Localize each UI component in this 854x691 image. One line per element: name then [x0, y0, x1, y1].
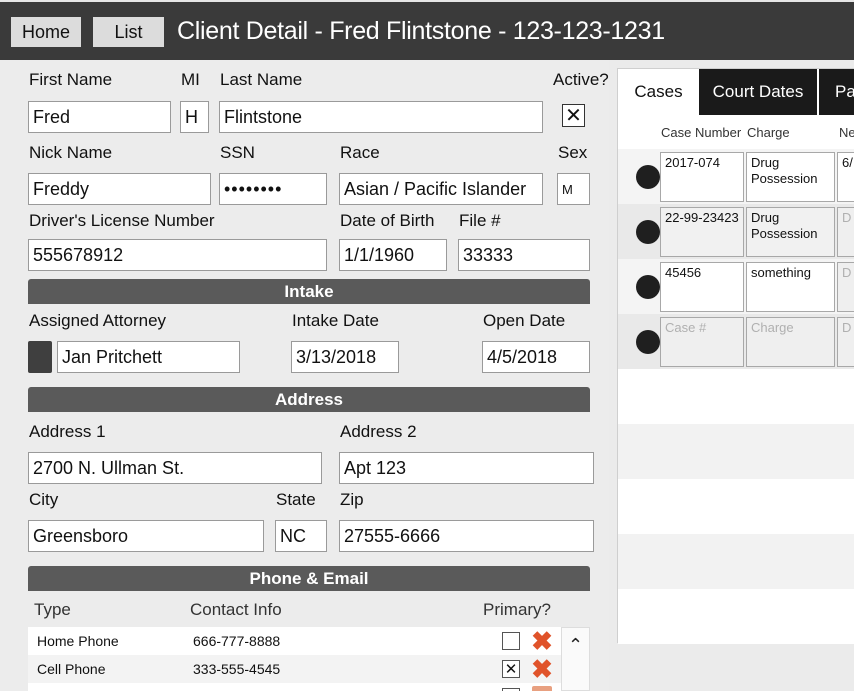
assigned-attorney-field[interactable]: Jan Pritchett: [57, 341, 240, 373]
delete-icon[interactable]: [532, 686, 552, 691]
address1-label: Address 1: [29, 422, 106, 441]
assigned-attorney-label: Assigned Attorney: [29, 311, 167, 330]
empty-row: [618, 534, 854, 589]
tab-pa[interactable]: Pa: [819, 69, 854, 115]
empty-row: [618, 479, 854, 534]
address-section-header: Address: [28, 387, 590, 412]
state-label: State: [276, 490, 316, 509]
last-name-field[interactable]: Flintstone: [219, 101, 543, 133]
empty-row: [618, 424, 854, 479]
attorney-lookup-button[interactable]: [28, 341, 52, 373]
active-label: Active?: [553, 70, 609, 89]
delete-icon[interactable]: ✖: [529, 656, 555, 682]
first-name-field[interactable]: Fred: [28, 101, 171, 133]
open-date-label: Open Date: [483, 311, 566, 330]
primary-checkbox[interactable]: ✕: [502, 660, 520, 678]
case-number-field[interactable]: 22-99-23423: [660, 207, 744, 257]
next-date-field[interactable]: D: [837, 207, 854, 257]
case-number-field[interactable]: 45456: [660, 262, 744, 312]
empty-row: [618, 369, 854, 424]
new-next-date-field[interactable]: D: [837, 317, 854, 367]
next-column-header: Ne: [839, 125, 854, 140]
ssn-field[interactable]: ••••••••: [219, 173, 327, 205]
date-of-birth-label: Date of Birth: [340, 211, 435, 230]
scroll-up-icon[interactable]: ⌃: [561, 627, 590, 657]
file-number-label: File #: [459, 211, 501, 230]
new-case-number-field[interactable]: Case #: [660, 317, 744, 367]
drivers-license-field[interactable]: 555678912: [28, 239, 327, 271]
state-field[interactable]: NC: [275, 520, 327, 552]
charge-field[interactable]: Drug Possession: [746, 152, 835, 202]
ssn-label: SSN: [220, 143, 255, 162]
delete-icon[interactable]: ✖: [529, 628, 555, 654]
nick-name-field[interactable]: Freddy: [28, 173, 211, 205]
contact-info: 333-555-4545: [193, 661, 281, 677]
intake-date-label: Intake Date: [292, 311, 379, 330]
nick-name-label: Nick Name: [29, 143, 113, 162]
tab-court-dates[interactable]: Court Dates: [699, 69, 817, 115]
contact-type: Home Phone: [37, 633, 119, 649]
page-title: Client Detail - Fred Flintstone - 123-12…: [177, 17, 665, 45]
zip-label: Zip: [340, 490, 364, 509]
case-select-dot[interactable]: [636, 220, 660, 244]
case-select-dot[interactable]: [636, 165, 660, 189]
date-of-birth-field[interactable]: 1/1/1960: [339, 239, 447, 271]
drivers-license-label: Driver's License Number: [29, 211, 215, 230]
city-label: City: [29, 490, 59, 509]
contact-info-column-header: Contact Info: [190, 600, 282, 619]
open-date-field[interactable]: 4/5/2018: [482, 341, 590, 373]
race-select[interactable]: Asian / Pacific Islander: [339, 173, 543, 205]
active-checkbox[interactable]: ✕: [562, 104, 585, 127]
mi-label: MI: [181, 70, 200, 89]
address1-field[interactable]: 2700 N. Ullman St.: [28, 452, 322, 484]
tab-cases[interactable]: Cases: [618, 69, 699, 115]
table-row: [28, 655, 561, 683]
charge-field[interactable]: Drug Possession: [746, 207, 835, 257]
first-name-label: First Name: [29, 70, 113, 89]
home-button[interactable]: Home: [11, 17, 81, 47]
last-name-label: Last Name: [220, 70, 303, 89]
next-date-field[interactable]: D: [837, 262, 854, 312]
case-number-field[interactable]: 2017-074: [660, 152, 744, 202]
contact-info: 666-777-8888: [193, 633, 281, 649]
primary-checkbox[interactable]: [502, 632, 520, 650]
contact-type: Cell Phone: [37, 661, 106, 677]
case-select-dot[interactable]: [636, 330, 660, 354]
primary-column-header: Primary?: [483, 600, 552, 619]
file-number-field[interactable]: 33333: [458, 239, 590, 271]
next-date-field[interactable]: 6/: [837, 152, 854, 202]
intake-date-field[interactable]: 3/13/2018: [291, 341, 399, 373]
empty-row: [618, 589, 854, 644]
address2-field[interactable]: Apt 123: [339, 452, 594, 484]
intake-section-header: Intake: [28, 279, 590, 304]
new-charge-field[interactable]: Charge: [746, 317, 835, 367]
sex-label: Sex: [558, 143, 588, 162]
list-button[interactable]: List: [93, 17, 164, 47]
city-field[interactable]: Greensboro: [28, 520, 264, 552]
type-column-header: Type: [34, 600, 71, 619]
phone-email-section-header: Phone & Email: [28, 566, 590, 591]
case-select-dot[interactable]: [636, 275, 660, 299]
race-label: Race: [340, 143, 380, 162]
charge-field[interactable]: something: [746, 262, 835, 312]
related-records-panel: Cases Court Dates Pa Case Number Charge …: [617, 68, 854, 644]
case-number-column-header: Case Number: [661, 125, 742, 140]
charge-column-header: Charge: [747, 125, 790, 140]
mi-field[interactable]: H: [180, 101, 209, 133]
address2-label: Address 2: [340, 422, 417, 441]
zip-field[interactable]: 27555-6666: [339, 520, 594, 552]
sex-select[interactable]: M: [557, 173, 590, 205]
